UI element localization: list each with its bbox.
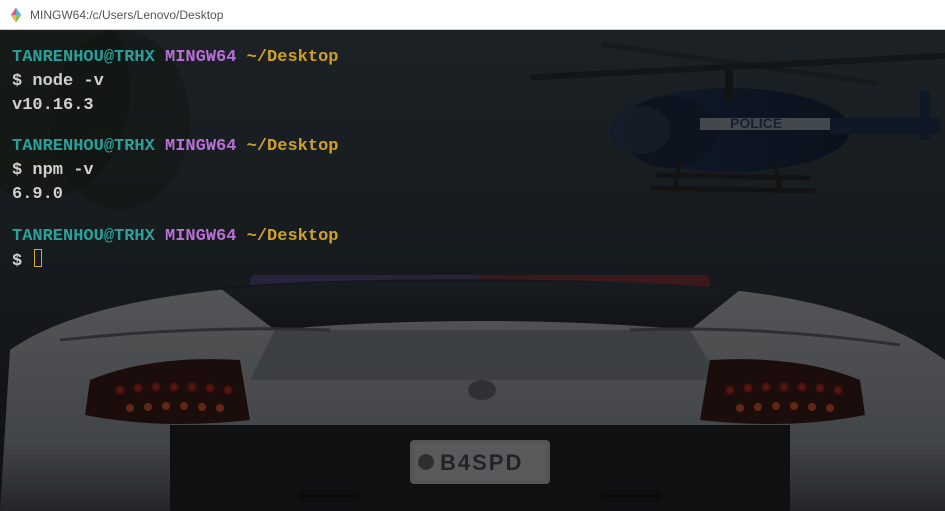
command-text: npm -v bbox=[32, 161, 93, 180]
prompt-env: MINGW64 bbox=[165, 48, 236, 67]
prompt-user: TANRENHOU@TRHX bbox=[12, 137, 155, 156]
command-line: $ npm -v bbox=[12, 159, 933, 183]
mingw-diamond-icon bbox=[8, 7, 24, 23]
prompt-line: TANRENHOU@TRHX MINGW64 ~/Desktop bbox=[12, 46, 933, 70]
prompt-path: ~/Desktop bbox=[247, 137, 339, 156]
prompt-path: ~/Desktop bbox=[247, 227, 339, 246]
command-text: node -v bbox=[32, 72, 103, 91]
output-line: 6.9.0 bbox=[12, 183, 933, 207]
prompt-line: TANRENHOU@TRHX MINGW64 ~/Desktop bbox=[12, 135, 933, 159]
window-title: MINGW64:/c/Users/Lenovo/Desktop bbox=[30, 8, 223, 22]
terminal-area[interactable]: POLICE B4SPD bbox=[0, 30, 945, 511]
prompt-user: TANRENHOU@TRHX bbox=[12, 48, 155, 67]
prompt-user: TANRENHOU@TRHX bbox=[12, 227, 155, 246]
prompt-symbol: $ bbox=[12, 252, 22, 271]
terminal-content: TANRENHOU@TRHX MINGW64 ~/Desktop $ node … bbox=[0, 30, 945, 289]
active-command-line[interactable]: $ bbox=[12, 249, 933, 274]
prompt-line: TANRENHOU@TRHX MINGW64 ~/Desktop bbox=[12, 225, 933, 249]
prompt-symbol: $ bbox=[12, 72, 22, 91]
command-line: $ node -v bbox=[12, 70, 933, 94]
prompt-env: MINGW64 bbox=[165, 227, 236, 246]
prompt-env: MINGW64 bbox=[165, 137, 236, 156]
output-line: v10.16.3 bbox=[12, 94, 933, 118]
prompt-symbol: $ bbox=[12, 161, 22, 180]
svg-text:B4SPD: B4SPD bbox=[440, 450, 523, 475]
window-titlebar[interactable]: MINGW64:/c/Users/Lenovo/Desktop bbox=[0, 0, 945, 30]
cursor-icon bbox=[34, 249, 42, 267]
prompt-path: ~/Desktop bbox=[247, 48, 339, 67]
